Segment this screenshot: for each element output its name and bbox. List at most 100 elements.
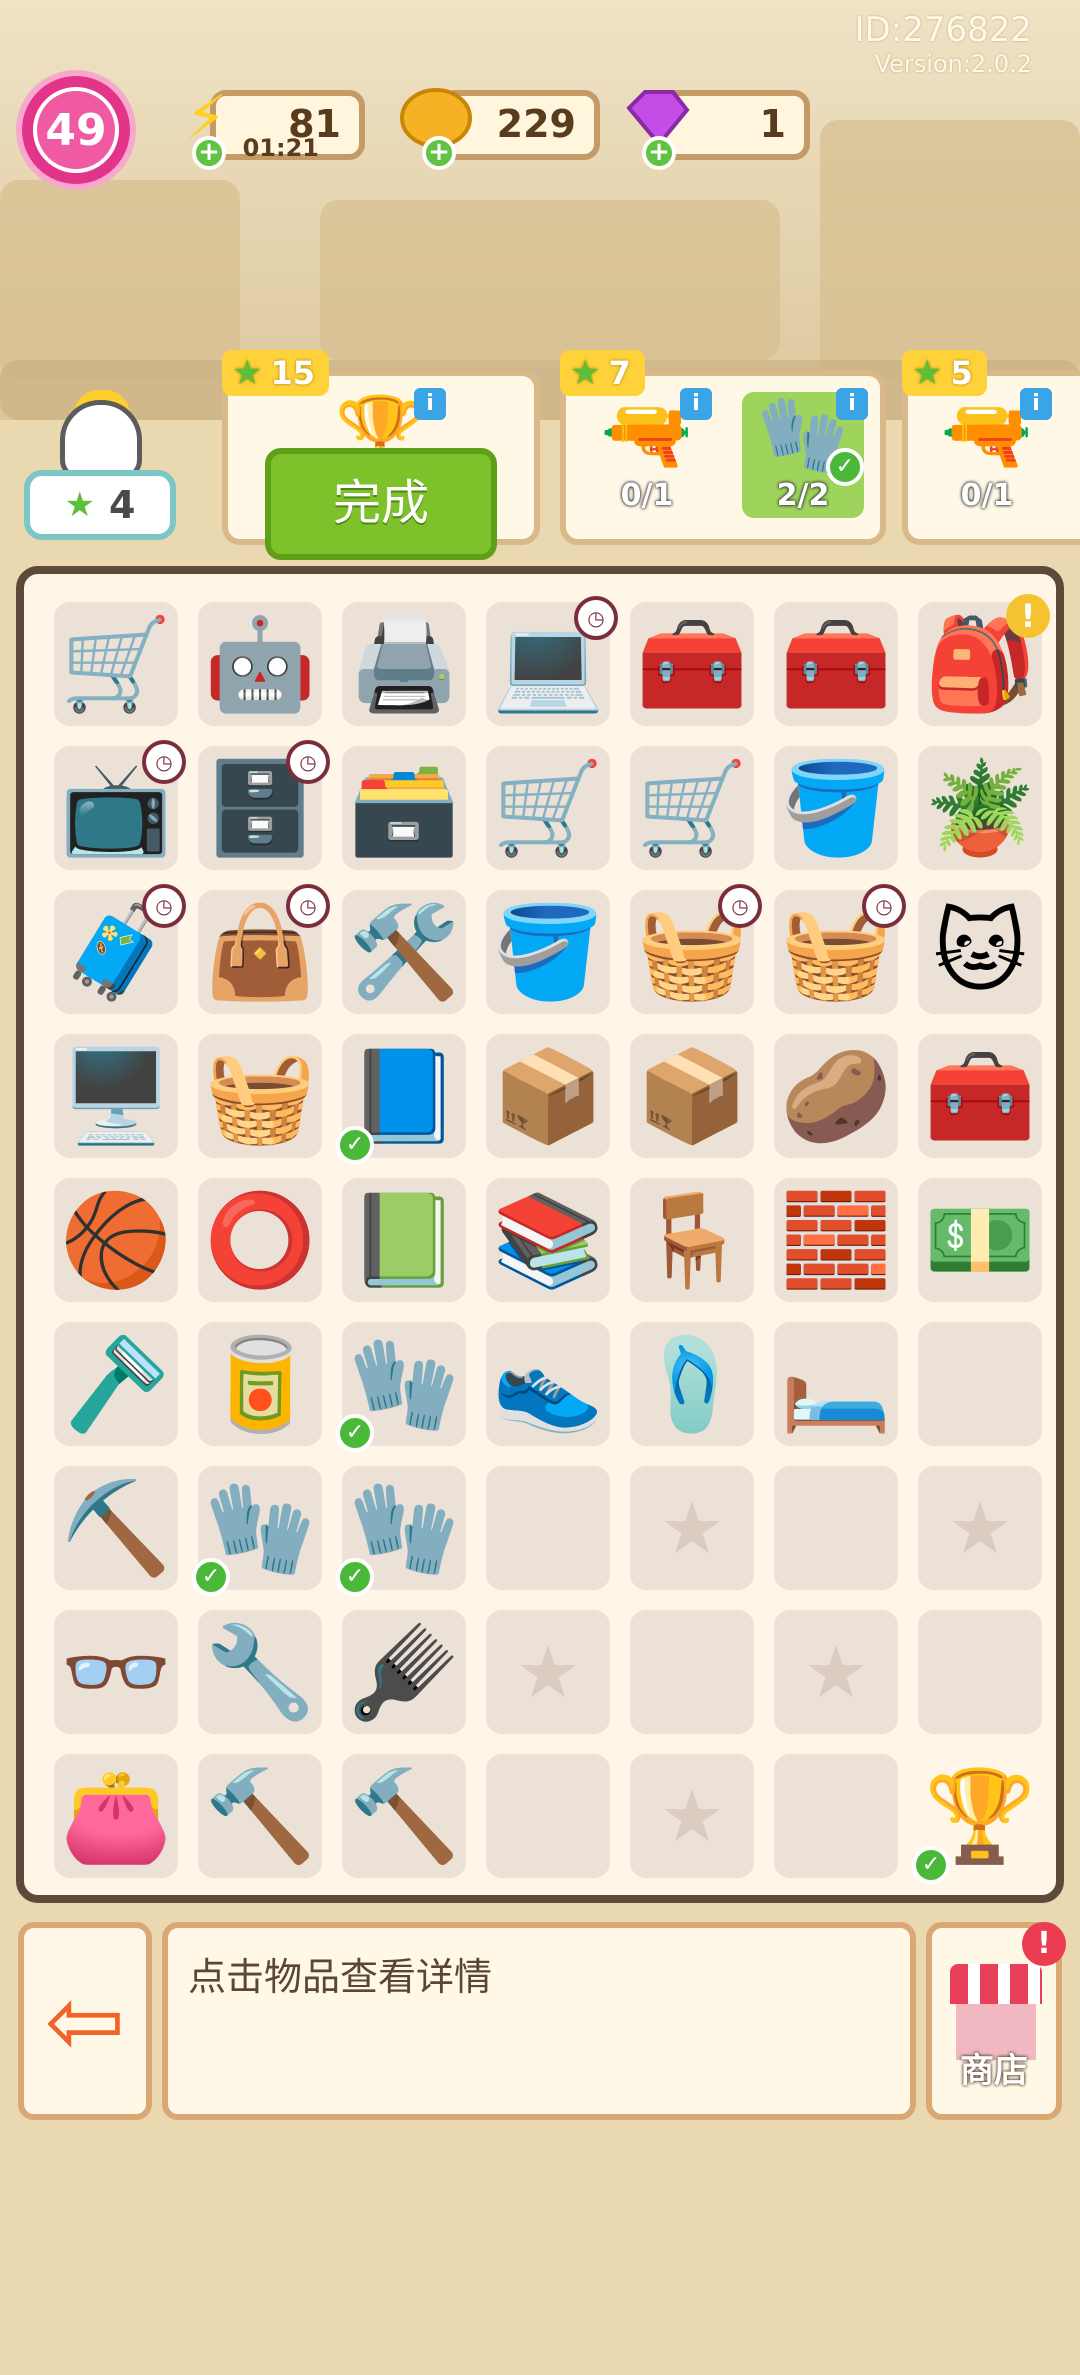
inventory-cell[interactable]: 🖨️ <box>332 592 476 736</box>
inventory-item-icon: 🧱 <box>779 1187 893 1293</box>
inventory-cell[interactable] <box>476 1456 620 1600</box>
inventory-cell[interactable]: ★ <box>764 1600 908 1744</box>
inventory-cell[interactable]: 📗 <box>332 1168 476 1312</box>
inventory-item-icon: 🥫 <box>203 1331 317 1437</box>
task-3-item-drill[interactable]: 🔫 0/1 i <box>926 388 1052 518</box>
inventory-cell[interactable]: ★ <box>908 1456 1052 1600</box>
inventory-cell[interactable]: 💻 ◷ <box>476 592 620 736</box>
hen-star-counter[interactable]: ★ 4 <box>24 390 176 540</box>
inventory-cell[interactable]: 🧺 <box>188 1024 332 1168</box>
inventory-cell[interactable]: 🤖 <box>188 592 332 736</box>
inventory-cell[interactable]: 🛒 <box>476 736 620 880</box>
inventory-cell[interactable]: 🥔 <box>764 1024 908 1168</box>
inventory-cell[interactable]: 🧱 <box>764 1168 908 1312</box>
inventory-cell[interactable]: ★ <box>476 1600 620 1744</box>
inventory-cell[interactable]: 🧰 <box>908 1024 1052 1168</box>
gem-counter[interactable]: + 1 <box>626 90 810 170</box>
inventory-cell[interactable]: 🩴 <box>620 1312 764 1456</box>
level-badge[interactable]: 49 <box>16 70 136 190</box>
inventory-cell[interactable]: 🏀 <box>44 1168 188 1312</box>
inventory-cell[interactable]: 🛏️ <box>764 1312 908 1456</box>
inventory-cell[interactable] <box>476 1744 620 1888</box>
inventory-cell[interactable] <box>764 1456 908 1600</box>
inventory-cell[interactable]: 📦 <box>620 1024 764 1168</box>
inventory-cell[interactable]: ⛏️ <box>44 1456 188 1600</box>
check-icon: ✓ <box>336 1126 374 1164</box>
task-2-item-drill[interactable]: 🔫 0/1 i <box>586 388 712 518</box>
exit-button[interactable]: ⇦ <box>18 1922 152 2120</box>
inventory-cell[interactable]: ★ <box>620 1744 764 1888</box>
inventory-cell[interactable]: 🛒 <box>620 736 764 880</box>
inventory-cell[interactable]: 🛒 <box>44 592 188 736</box>
inventory-cell[interactable]: 🎒! <box>908 592 1052 736</box>
task-2-gloves-count: 2/2 <box>776 478 830 513</box>
task-3-reward: ★ 5 <box>902 350 987 396</box>
inventory-cell[interactable]: 🥫 <box>188 1312 332 1456</box>
inventory-item-icon: 🛒 <box>635 755 749 861</box>
inventory-cell[interactable]: 🗄️ ◷ <box>188 736 332 880</box>
inventory-cell[interactable]: 🔨 <box>188 1744 332 1888</box>
inventory-cell[interactable]: 🧳 ◷ <box>44 880 188 1024</box>
inventory-item-icon: 🔧 <box>203 1619 317 1725</box>
cell-background <box>486 1466 610 1590</box>
inventory-cell[interactable]: 📚 <box>476 1168 620 1312</box>
shop-button[interactable]: 商店 ! <box>926 1922 1066 2120</box>
energy-counter[interactable]: ⚡ + 81 01:21 <box>185 83 365 170</box>
inventory-cell[interactable]: 👛 <box>44 1744 188 1888</box>
inventory-cell[interactable]: 🖥️ <box>44 1024 188 1168</box>
inventory-cell[interactable]: 🧰 <box>620 592 764 736</box>
inventory-cell[interactable]: 🧤 ✓ <box>332 1312 476 1456</box>
info-icon[interactable]: i <box>836 388 868 420</box>
inventory-item-icon: 🛏️ <box>779 1331 893 1437</box>
inventory-cell[interactable]: 💵 <box>908 1168 1052 1312</box>
inventory-cell[interactable] <box>764 1744 908 1888</box>
inventory-cell[interactable]: 🪑 <box>620 1168 764 1312</box>
inventory-cell[interactable]: 🔧 <box>188 1600 332 1744</box>
inventory-cell[interactable]: 🪮 <box>332 1600 476 1744</box>
inventory-cell[interactable]: 🔨 <box>332 1744 476 1888</box>
inventory-cell[interactable]: 🗃️ <box>332 736 476 880</box>
inventory-cell[interactable] <box>908 1312 1052 1456</box>
complete-button[interactable]: 完成 <box>265 448 497 560</box>
inventory-cell[interactable]: 📺 ◷ <box>44 736 188 880</box>
cell-background <box>774 1466 898 1590</box>
task-2-item-gloves[interactable]: 🧤 2/2 i ✓ <box>742 388 868 518</box>
inventory-item-icon: 🪮 <box>347 1619 461 1725</box>
coin-counter[interactable]: + 229 <box>400 88 600 170</box>
add-gems-button[interactable]: + <box>642 136 676 170</box>
inventory-cell[interactable]: 🐱 <box>908 880 1052 1024</box>
inventory-cell[interactable]: 🧤 ✓ <box>332 1456 476 1600</box>
inventory-cell[interactable]: 👓 <box>44 1600 188 1744</box>
inventory-cell[interactable] <box>908 1600 1052 1744</box>
inventory-cell[interactable]: 🪣 <box>764 736 908 880</box>
add-coins-button[interactable]: + <box>422 136 456 170</box>
add-energy-button[interactable]: + <box>192 136 226 170</box>
inventory-cell[interactable]: 👜 ◷ <box>188 880 332 1024</box>
inventory-item-icon: 🧰 <box>923 1043 1037 1149</box>
inventory-cell[interactable]: 🧺 ◷ <box>620 880 764 1024</box>
inventory-cell[interactable]: 📦 <box>476 1024 620 1168</box>
task-2-reward: ★ 7 <box>560 350 645 396</box>
inventory-cell[interactable]: 🪴 <box>908 736 1052 880</box>
info-icon[interactable]: i <box>680 388 712 420</box>
inventory-cell[interactable]: 🏆 ✓ <box>908 1744 1052 1888</box>
inventory-cell[interactable]: 📘 ✓ <box>332 1024 476 1168</box>
alert-icon: ! <box>1022 1922 1066 1966</box>
inventory-cell[interactable]: 🪒 <box>44 1312 188 1456</box>
info-icon[interactable]: i <box>414 388 446 420</box>
inventory-cell[interactable] <box>620 1600 764 1744</box>
inventory-item-icon: 🩴 <box>635 1331 749 1437</box>
inventory-cell[interactable]: 🪣 <box>476 880 620 1024</box>
inventory-cell[interactable]: 🧤 ✓ <box>188 1456 332 1600</box>
inventory-cell[interactable]: ⭕ <box>188 1168 332 1312</box>
task-card-2[interactable]: ★ 7 🔫 0/1 i 🧤 2/2 i ✓ <box>560 350 886 545</box>
inventory-cell[interactable]: 🛠️ <box>332 880 476 1024</box>
inventory-item-icon: 👛 <box>59 1763 173 1869</box>
inventory-cell[interactable]: 👟 <box>476 1312 620 1456</box>
inventory-cell[interactable]: 🧺 ◷ <box>764 880 908 1024</box>
inventory-cell[interactable]: ★ <box>620 1456 764 1600</box>
info-icon[interactable]: i <box>1020 388 1052 420</box>
task-card-3[interactable]: ★ 5 🔫 0/1 i <box>902 350 1080 545</box>
inventory-cell[interactable]: 🧰 <box>764 592 908 736</box>
shop-label: 商店 <box>960 2051 1028 2091</box>
